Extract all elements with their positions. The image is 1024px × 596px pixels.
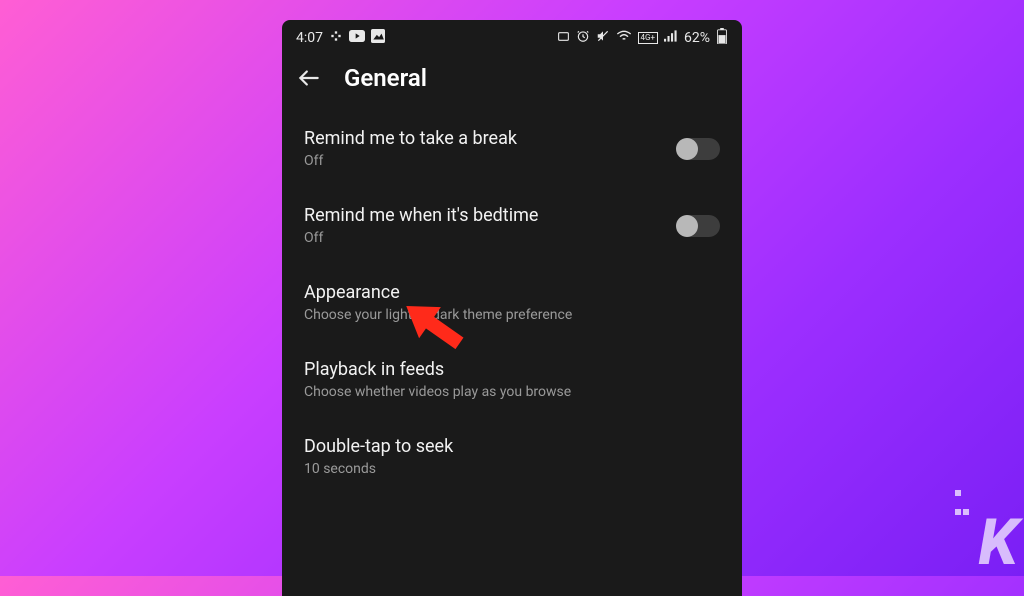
setting-remind-break[interactable]: Remind me to take a break Off	[304, 110, 720, 187]
alarm-icon	[576, 29, 590, 47]
setting-subtitle: 10 seconds	[304, 461, 720, 477]
app-bar: General	[282, 52, 742, 110]
status-left: 4:07	[296, 29, 385, 47]
setting-subtitle: Choose whether videos play as you browse	[304, 384, 720, 400]
youtube-icon	[349, 30, 365, 46]
card-icon	[557, 30, 570, 47]
phone-frame: 4:07 4G+	[282, 20, 742, 596]
setting-subtitle: Off	[304, 153, 666, 169]
status-bar: 4:07 4G+	[282, 20, 742, 52]
setting-text: Playback in feeds Choose whether videos …	[304, 359, 720, 400]
back-button[interactable]	[296, 65, 322, 91]
setting-title: Remind me when it's bedtime	[304, 205, 666, 226]
setting-text: Remind me when it's bedtime Off	[304, 205, 666, 246]
slack-icon	[329, 29, 343, 47]
setting-text: Remind me to take a break Off	[304, 128, 666, 169]
setting-double-tap-seek[interactable]: Double-tap to seek 10 seconds	[304, 418, 720, 495]
status-right: 4G+ 62%	[557, 28, 728, 48]
setting-appearance[interactable]: Appearance Choose your light or dark the…	[304, 264, 720, 341]
setting-title: Remind me to take a break	[304, 128, 666, 149]
setting-subtitle: Choose your light or dark theme preferen…	[304, 307, 720, 323]
setting-text: Appearance Choose your light or dark the…	[304, 282, 720, 323]
battery-percent: 62%	[684, 30, 710, 46]
page-title: General	[344, 64, 427, 92]
status-time: 4:07	[296, 30, 323, 46]
toggle-switch[interactable]	[678, 215, 720, 237]
battery-icon	[716, 28, 728, 48]
signal-icon	[664, 30, 678, 46]
settings-list: Remind me to take a break Off Remind me …	[282, 110, 742, 495]
setting-remind-bedtime[interactable]: Remind me when it's bedtime Off	[304, 187, 720, 264]
wifi-icon	[616, 30, 632, 46]
setting-text: Double-tap to seek 10 seconds	[304, 436, 720, 477]
setting-title: Playback in feeds	[304, 359, 720, 380]
image-icon	[371, 29, 385, 47]
setting-playback-feeds[interactable]: Playback in feeds Choose whether videos …	[304, 341, 720, 418]
toggle-switch[interactable]	[678, 138, 720, 160]
watermark-dots	[954, 482, 970, 520]
setting-subtitle: Off	[304, 230, 666, 246]
mute-icon	[596, 29, 610, 47]
network-4g-icon: 4G+	[638, 32, 658, 44]
watermark-logo: K	[978, 505, 1014, 580]
setting-title: Appearance	[304, 282, 720, 303]
setting-title: Double-tap to seek	[304, 436, 720, 457]
